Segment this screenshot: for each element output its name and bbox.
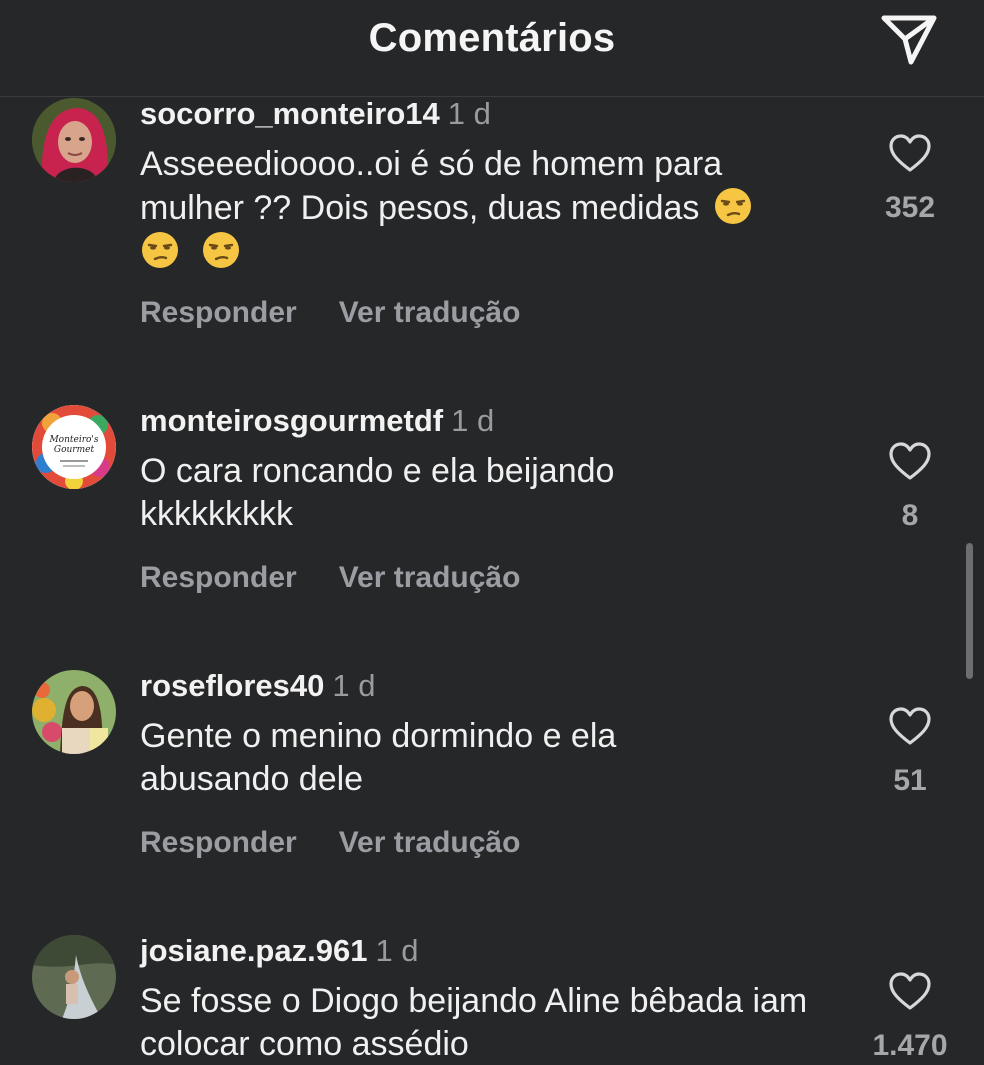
unamused-face-icon: [142, 232, 178, 268]
comment-header: monteirosgourmetdf 1 d: [140, 403, 494, 439]
like-count: 1.470: [872, 1029, 948, 1062]
header: Comentários: [0, 0, 984, 97]
username[interactable]: josiane.paz.961: [140, 933, 367, 968]
scrollbar[interactable]: [966, 543, 973, 679]
avatar[interactable]: Monteiro's Gourmet: [32, 405, 116, 489]
comment-actions: Responder Ver tradução: [140, 296, 520, 330]
comments-screen: Comentários socorro_monteiro14 1 d Asseee…: [0, 0, 984, 1065]
heart-icon: [889, 442, 931, 480]
comment-header: roseflores40 1 d: [140, 668, 376, 704]
paper-plane-icon: [881, 15, 937, 65]
send-button[interactable]: [876, 10, 942, 68]
heart-icon: [889, 972, 931, 1010]
comment-header: josiane.paz.961 1 d: [140, 933, 419, 969]
like-button[interactable]: 51: [860, 706, 960, 798]
comment-text: Se fosse o Diogo beijando Aline bêbada i…: [140, 982, 808, 1063]
reply-button[interactable]: Responder: [140, 826, 297, 859]
comment-time: 1 d: [451, 403, 495, 438]
page-title: Comentários: [368, 16, 616, 60]
comment-header: socorro_monteiro14 1 d: [140, 96, 491, 132]
username[interactable]: socorro_monteiro14: [140, 96, 440, 131]
username[interactable]: roseflores40: [140, 668, 324, 703]
avatar-photo: [32, 935, 116, 1019]
reply-button[interactable]: Responder: [140, 561, 297, 594]
comment-text-line: [140, 230, 830, 274]
comment-text-line: mulher ?? Dois pesos, duas medidas: [140, 186, 830, 230]
see-translation-button[interactable]: Ver tradução: [339, 561, 521, 594]
unamused-face-icon: [714, 188, 751, 224]
like-count: 8: [901, 499, 919, 532]
see-translation-button[interactable]: Ver tradução: [339, 826, 521, 859]
comment-text-segment: mulher ?? Dois pesos, duas medidas: [140, 189, 700, 227]
username[interactable]: monteirosgourmetdf: [140, 403, 443, 438]
avatar[interactable]: [32, 670, 116, 754]
like-button[interactable]: 8: [860, 441, 960, 533]
avatar-logo-text: Gourmet: [54, 445, 95, 455]
avatar-photo: [32, 98, 116, 182]
like-count: 51: [893, 764, 927, 797]
comment-time: 1 d: [447, 96, 491, 131]
comment-text: O cara roncando e ela beijando kkkkkkkkk: [140, 452, 615, 533]
comment-actions: Responder Ver tradução: [140, 826, 520, 860]
avatar[interactable]: [32, 98, 116, 182]
heart-icon: [889, 134, 931, 172]
comment-text-line: Asseeedioooo..oi é só de homem para: [140, 145, 723, 183]
unamused-face-icon: [203, 232, 240, 268]
comment-text: Asseeedioooo..oi é só de homem para mulh…: [140, 143, 830, 274]
comment-time: 1 d: [375, 933, 419, 968]
avatar-photo: [32, 670, 116, 754]
comment-time: 1 d: [332, 668, 376, 703]
like-button[interactable]: 352: [860, 133, 960, 225]
avatar[interactable]: [32, 935, 116, 1019]
like-count: 352: [884, 191, 936, 224]
avatar-logo-text: Monteiro's: [48, 435, 98, 445]
reply-button[interactable]: Responder: [140, 296, 297, 329]
see-translation-button[interactable]: Ver tradução: [339, 296, 521, 329]
like-button[interactable]: 1.470: [860, 971, 960, 1063]
avatar-logo: Monteiro's Gourmet: [32, 405, 116, 489]
heart-icon: [889, 707, 931, 745]
comment-text: Gente o menino dormindo e ela abusando d…: [140, 717, 617, 798]
comment-actions: Responder Ver tradução: [140, 561, 520, 595]
